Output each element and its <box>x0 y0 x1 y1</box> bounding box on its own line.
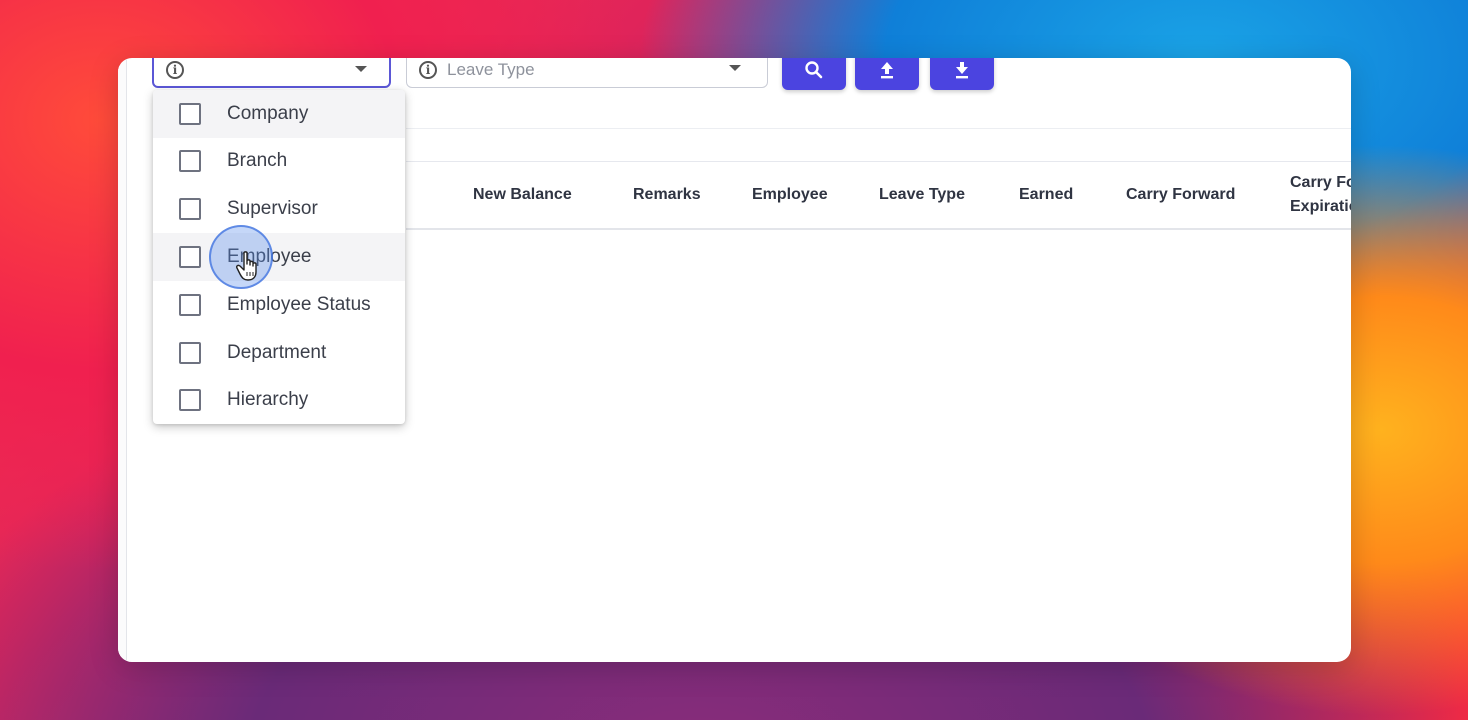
leave-type-placeholder: Leave Type <box>447 60 535 79</box>
info-icon: i <box>419 61 437 79</box>
dropdown-option-branch[interactable]: Branch <box>153 137 405 185</box>
dropdown-option-company[interactable]: Company <box>153 90 405 138</box>
column-header-carry-forward-expiration[interactable]: Carry Fo Expiratio <box>1290 162 1351 228</box>
chevron-down-icon <box>729 65 741 71</box>
checkbox[interactable] <box>179 150 201 172</box>
checkbox[interactable] <box>179 246 201 268</box>
checkbox[interactable] <box>179 103 201 125</box>
hand-cursor-icon <box>236 251 257 281</box>
dropdown-option-department[interactable]: Department <box>153 329 405 377</box>
option-label: Supervisor <box>227 198 318 219</box>
table-header: New Balance Remarks Employee Leave Type … <box>406 161 1351 230</box>
dropdown-option-supervisor[interactable]: Supervisor <box>153 185 405 233</box>
option-label: Company <box>227 103 309 124</box>
column-header-employee[interactable]: Employee <box>752 162 828 228</box>
leave-type-select[interactable]: i Leave Type <box>406 58 768 88</box>
chevron-down-icon <box>355 66 367 72</box>
checkbox[interactable] <box>179 294 201 316</box>
upload-icon <box>881 62 893 79</box>
dropdown-option-employee-status[interactable]: Employee Status <box>153 281 405 329</box>
option-label: Department <box>227 342 327 363</box>
download-button[interactable] <box>930 58 994 90</box>
option-label: Hierarchy <box>227 389 309 410</box>
group-by-select[interactable]: i <box>152 58 391 88</box>
checkbox[interactable] <box>179 198 201 220</box>
search-icon <box>805 61 823 79</box>
search-button[interactable] <box>782 58 846 90</box>
option-label: Employee Status <box>227 294 371 315</box>
toolbar-divider <box>406 128 1351 129</box>
column-header-line-2: Expiratio <box>1290 198 1351 215</box>
dropdown-option-hierarchy[interactable]: Hierarchy <box>153 376 405 424</box>
checkbox[interactable] <box>179 342 201 364</box>
column-header-carry-forward[interactable]: Carry Forward <box>1126 162 1235 228</box>
checkbox[interactable] <box>179 389 201 411</box>
column-header-earned[interactable]: Earned <box>1019 162 1073 228</box>
upload-button[interactable] <box>855 58 919 90</box>
option-label: Branch <box>227 150 288 171</box>
download-icon <box>956 62 968 79</box>
group-by-dropdown-menu: Company Branch Supervisor Employee Emplo… <box>153 90 405 424</box>
column-header-line-1: Carry Fo <box>1290 174 1351 191</box>
column-header-remarks[interactable]: Remarks <box>633 162 701 228</box>
column-header-new-balance[interactable]: New Balance <box>473 162 572 228</box>
dropdown-option-employee[interactable]: Employee <box>153 233 405 281</box>
info-icon: i <box>166 61 184 79</box>
left-panel-edge <box>118 58 127 662</box>
column-header-leave-type[interactable]: Leave Type <box>879 162 965 228</box>
